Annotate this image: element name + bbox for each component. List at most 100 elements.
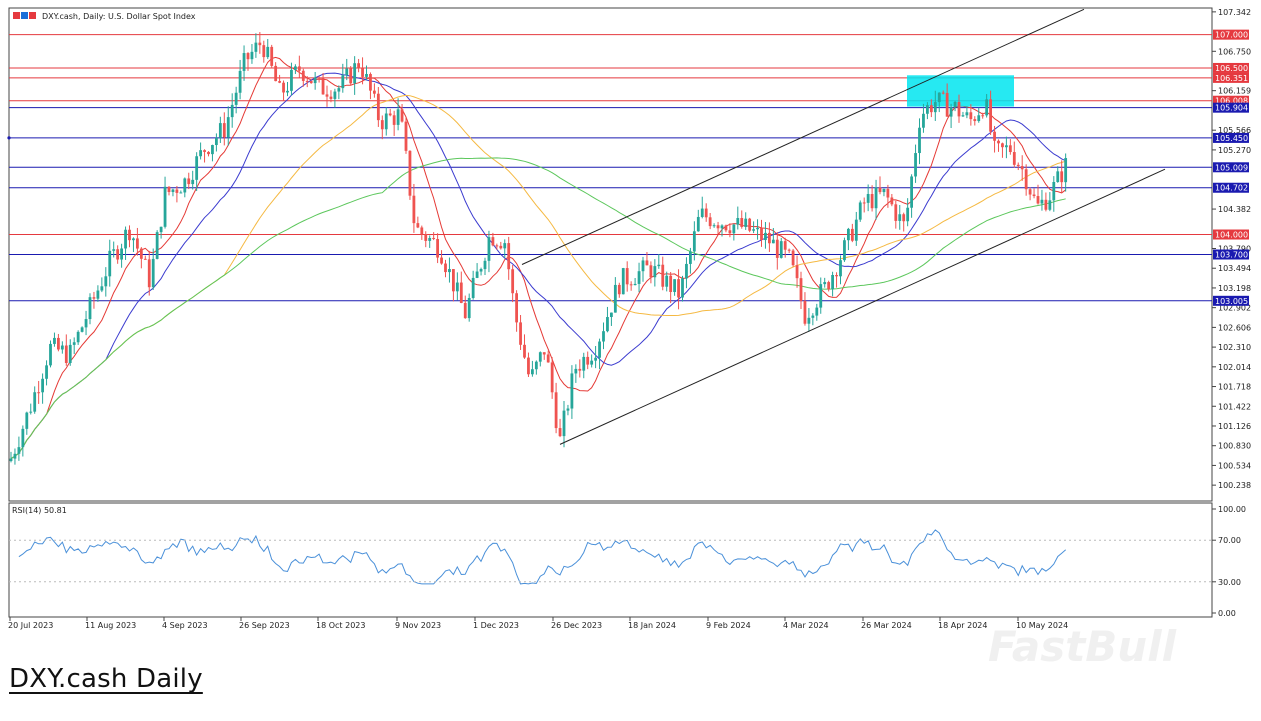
price-tick-label: 102.014 [1218,363,1251,372]
date-tick-label: 4 Mar 2024 [783,621,829,630]
candle-bear [1060,171,1064,183]
candle-bull [681,278,684,298]
candle-bull [475,271,479,278]
candle-bull [534,361,538,370]
candle-bull [811,315,815,318]
candle-bear [1032,194,1036,197]
candle-bear [941,92,945,94]
candle-bull [250,51,254,60]
price-tick-label: 101.422 [1218,402,1251,411]
date-tick-label: 18 Oct 2023 [316,621,365,630]
candle-bull [685,263,688,279]
candle-bull [566,408,570,411]
candle-bull [353,63,357,84]
candle-bull [179,192,183,194]
candle-bull [953,102,957,108]
candle-bear [645,260,649,266]
date-axis: 20 Jul 2023 11 Aug 2023 4 Sep 2023 26 Sep 2… [8,617,1068,630]
candle-bear [519,322,522,345]
candle-bull [562,410,566,437]
chart-title: DXY.cash, Daily: U.S. Dollar Spot Index [42,12,196,21]
candle-bull [124,229,127,249]
date-tick-label: 26 Mar 2024 [861,621,912,630]
candle-bull [771,239,775,244]
candle-bull [815,307,819,316]
candle-bull [910,176,913,208]
candle-bull [21,428,25,448]
candle-bear [625,268,629,285]
rsi-line [18,529,1067,585]
candle-bear [902,214,906,222]
candle-bear [270,46,274,66]
candle-bear [305,80,309,82]
candle-bear [546,354,550,363]
trend-channel [521,8,1166,445]
candle-bull [60,345,64,350]
candle-bull [843,240,846,261]
candle-bear [136,238,139,249]
candle-bear [420,227,424,235]
candle-bear [981,115,985,117]
price-tick-label: 106.159 [1218,87,1251,96]
level-label: 103.700 [1215,251,1248,260]
candle-bear [452,269,455,292]
rsi-tick-label: 0.00 [1218,609,1236,618]
rsi-label: RSI(14) 50.81 [12,506,67,515]
candle-bull [234,92,238,105]
candle-bull [689,251,692,264]
symbol-icons [13,12,36,19]
candle-bear [274,65,278,82]
candle-bear [278,81,281,83]
candle-bear [187,178,191,185]
candle-bear [558,428,562,437]
candle-bear [203,150,206,152]
candle-bear [929,105,933,113]
candle-bear [870,194,874,209]
candle-bull [242,53,246,71]
candle-bull [882,188,886,193]
candle-bull [854,219,858,241]
candle-bear [791,250,795,266]
candle-bull [538,352,542,362]
candle-bull [455,282,459,292]
candle-bear [993,131,996,141]
candle-bear [412,195,416,224]
price-tick-label: 101.718 [1218,383,1251,392]
candle-bull [155,232,159,259]
level-anchor [7,136,11,140]
candle-bull [1052,181,1056,201]
candle-bear [835,274,838,277]
level-label: 106.351 [1215,74,1248,83]
ma-mid-line [10,72,1066,460]
candle-bear [424,234,428,241]
candle-bull [467,297,471,319]
candle-bear [578,368,582,371]
candle-bull [926,105,929,114]
candle-bear [495,245,499,247]
candle-bull [226,117,230,138]
date-tick-label: 1 Dec 2023 [473,621,519,630]
candle-bull [25,412,29,429]
candle-bull [819,284,823,308]
rsi-pane-frame [8,502,1213,618]
date-tick-label: 11 Aug 2023 [85,621,136,630]
candle-bull [779,241,783,258]
candle-bear [282,82,285,93]
candle-bull [483,260,487,270]
candle-bear [542,352,546,355]
rsi-tick-label: 70.00 [1218,536,1241,545]
candle-bear [704,208,708,218]
candle-bull [1056,171,1060,182]
candle-bear [617,284,621,295]
candle-bull [53,337,56,344]
candle-bull [732,224,736,234]
candle-bull [266,46,270,58]
candle-bear [989,99,992,132]
candle-bear [440,257,443,264]
candle-bull [294,66,297,70]
date-tick-label: 18 Apr 2024 [938,621,987,630]
candle-bull [396,109,400,125]
horizontal-levels [7,34,1212,302]
candle-bull [132,238,135,241]
candle-bull [807,317,811,324]
